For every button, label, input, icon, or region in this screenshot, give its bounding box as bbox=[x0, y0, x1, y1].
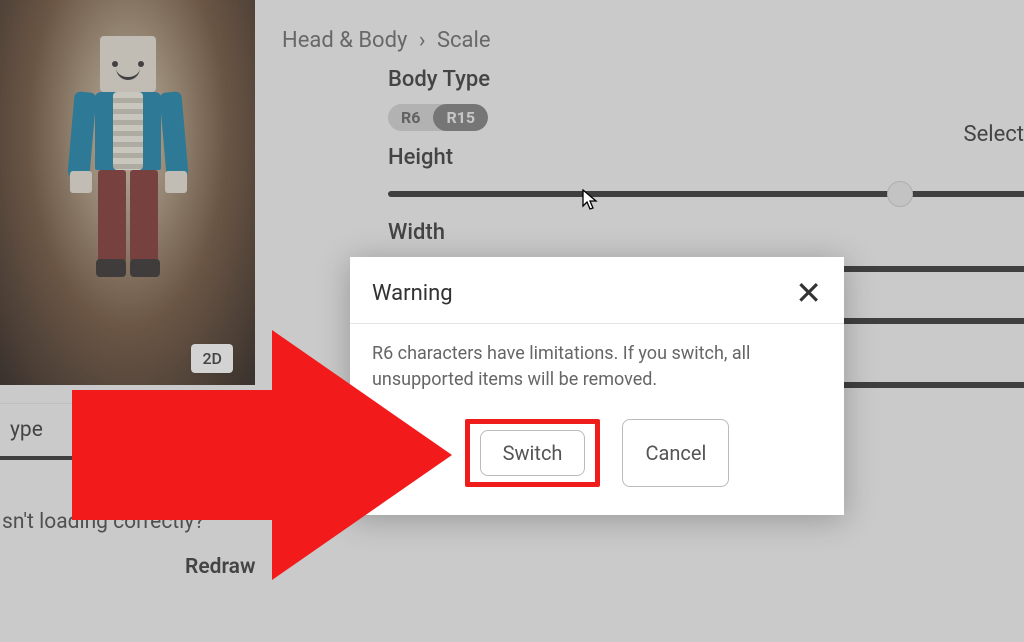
close-icon[interactable]: ✕ bbox=[795, 277, 822, 309]
avatar-figure bbox=[58, 36, 198, 316]
annotation-arrow-icon bbox=[52, 330, 452, 580]
breadcrumb-separator: › bbox=[419, 28, 426, 53]
height-slider-thumb[interactable] bbox=[887, 181, 913, 207]
breadcrumb: Head & Body › Scale bbox=[260, 0, 1024, 53]
select-label[interactable]: Select bbox=[964, 122, 1024, 147]
breadcrumb-root[interactable]: Head & Body bbox=[282, 28, 407, 53]
annotation-highlight: Switch bbox=[465, 419, 601, 487]
modal-title: Warning bbox=[372, 281, 453, 306]
breadcrumb-leaf: Scale bbox=[437, 28, 491, 53]
avatar-preview-panel: 2D bbox=[0, 0, 255, 385]
switch-button[interactable]: Switch bbox=[480, 430, 586, 476]
body-type-option-r6[interactable]: R6 bbox=[388, 104, 433, 131]
mouse-cursor-icon bbox=[582, 189, 600, 217]
body-type-option-r15[interactable]: R15 bbox=[433, 104, 488, 131]
height-label: Height bbox=[388, 145, 1024, 170]
body-type-label: Body Type bbox=[388, 67, 1024, 92]
width-label: Width bbox=[388, 220, 1024, 245]
cancel-button[interactable]: Cancel bbox=[622, 419, 729, 487]
height-slider[interactable] bbox=[388, 182, 1024, 206]
body-type-toggle[interactable]: R6 R15 bbox=[388, 104, 488, 131]
